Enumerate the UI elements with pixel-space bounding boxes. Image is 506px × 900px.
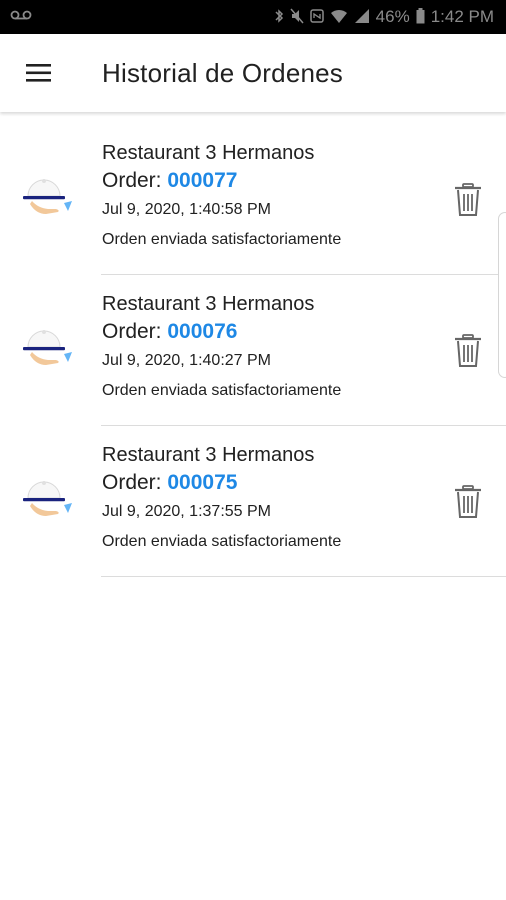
bluetooth-icon [274, 8, 284, 27]
voicemail-icon [10, 8, 32, 28]
order-list-item[interactable]: Restaurant 3 Hermanos Order: 000076 Jul … [0, 275, 506, 426]
order-list: Restaurant 3 Hermanos Order: 000077 Jul … [0, 124, 506, 577]
hamburger-menu-icon [26, 64, 51, 82]
trash-icon [455, 334, 481, 367]
order-list-item[interactable]: Restaurant 3 Hermanos Order: 000077 Jul … [0, 124, 506, 275]
mute-icon [290, 8, 304, 27]
edge-panel-handle[interactable] [498, 212, 506, 378]
app-bar: Historial de Ordenes [0, 34, 506, 112]
signal-icon [354, 8, 370, 27]
order-id-line: Order: 000075 [102, 468, 432, 498]
status-icons: 46% 1:42 PM [274, 7, 494, 27]
order-number: 000076 [167, 320, 238, 343]
order-label: Order: [102, 471, 168, 494]
menu-button[interactable] [18, 58, 60, 88]
page-title: Historial de Ordenes [102, 58, 343, 88]
order-number: 000077 [167, 169, 238, 192]
delete-order-button[interactable] [452, 333, 484, 369]
delete-order-button[interactable] [452, 484, 484, 520]
order-status: Orden enviada satisfactoriamente [102, 533, 342, 550]
order-date: Jul 9, 2020, 1:40:27 PM [102, 352, 271, 369]
restaurant-name: Restaurant 3 Hermanos [102, 293, 315, 315]
restaurant-name: Restaurant 3 Hermanos [102, 444, 315, 466]
order-label: Order: [102, 169, 168, 192]
delete-order-button[interactable] [452, 182, 484, 218]
order-date: Jul 9, 2020, 1:40:58 PM [102, 201, 271, 218]
battery-percent: 46% [375, 7, 410, 26]
order-status: Orden enviada satisfactoriamente [102, 382, 342, 399]
wifi-icon [330, 8, 348, 27]
order-label: Order: [102, 320, 168, 343]
order-number: 000075 [167, 471, 238, 494]
restaurant-name: Restaurant 3 Hermanos [102, 142, 315, 164]
list-divider [101, 576, 506, 577]
order-date: Jul 9, 2020, 1:37:55 PM [102, 503, 271, 520]
order-details: Restaurant 3 Hermanos Order: 000075 Jul … [102, 442, 432, 555]
battery-icon [416, 7, 425, 27]
trash-icon [455, 183, 481, 216]
status-bar: 46% 1:42 PM [0, 0, 506, 34]
waiter-tray-icon [20, 476, 80, 526]
nfc-icon [309, 8, 324, 27]
order-details: Restaurant 3 Hermanos Order: 000076 Jul … [102, 291, 432, 404]
order-details: Restaurant 3 Hermanos Order: 000077 Jul … [102, 140, 432, 253]
order-id-line: Order: 000076 [102, 317, 432, 347]
order-id-line: Order: 000077 [102, 166, 432, 196]
trash-icon [455, 485, 481, 518]
order-list-item[interactable]: Restaurant 3 Hermanos Order: 000075 Jul … [0, 426, 506, 577]
waiter-tray-icon [20, 325, 80, 375]
waiter-tray-icon [20, 174, 80, 224]
clock: 1:42 PM [430, 7, 494, 26]
order-status: Orden enviada satisfactoriamente [102, 231, 342, 248]
